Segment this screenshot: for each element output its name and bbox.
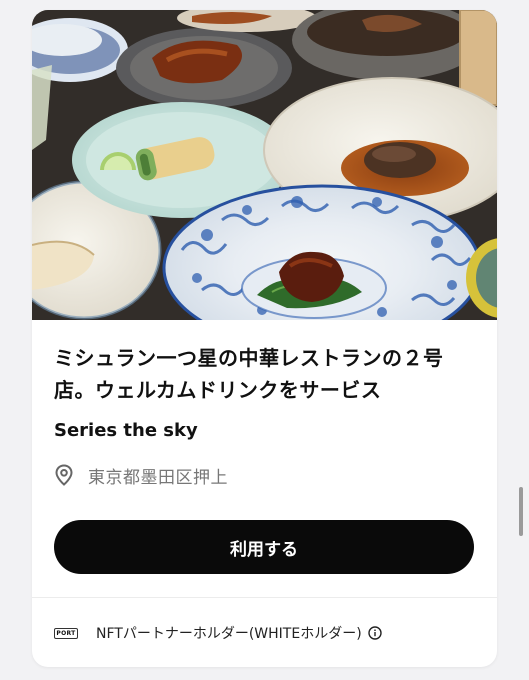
use-button[interactable]: 利用する: [54, 520, 474, 574]
listing-title: ミシュラン一つ星の中華レストランの２号店。ウェルカムドリンクをサービス: [54, 346, 444, 402]
restaurant-photo: [32, 10, 497, 320]
scrollbar-thumb[interactable]: [519, 487, 523, 536]
location-row: 東京都墨田区押上: [54, 462, 228, 488]
card-divider: [32, 597, 497, 598]
map-pin-icon: [55, 464, 73, 486]
eligibility-text: NFTパートナーホルダー(WHITEホルダー): [96, 626, 362, 642]
listing-card[interactable]: ミシュラン一つ星の中華レストランの２号店。ウェルカムドリンクをサービス Seri…: [32, 10, 497, 667]
series-name: Series the sky: [54, 420, 198, 441]
port-icon: PORT: [54, 627, 78, 639]
eligibility-row: PORT NFTパートナーホルダー(WHITEホルダー): [54, 620, 382, 646]
location-text: 東京都墨田区押上: [88, 467, 228, 488]
info-icon[interactable]: [367, 626, 382, 640]
